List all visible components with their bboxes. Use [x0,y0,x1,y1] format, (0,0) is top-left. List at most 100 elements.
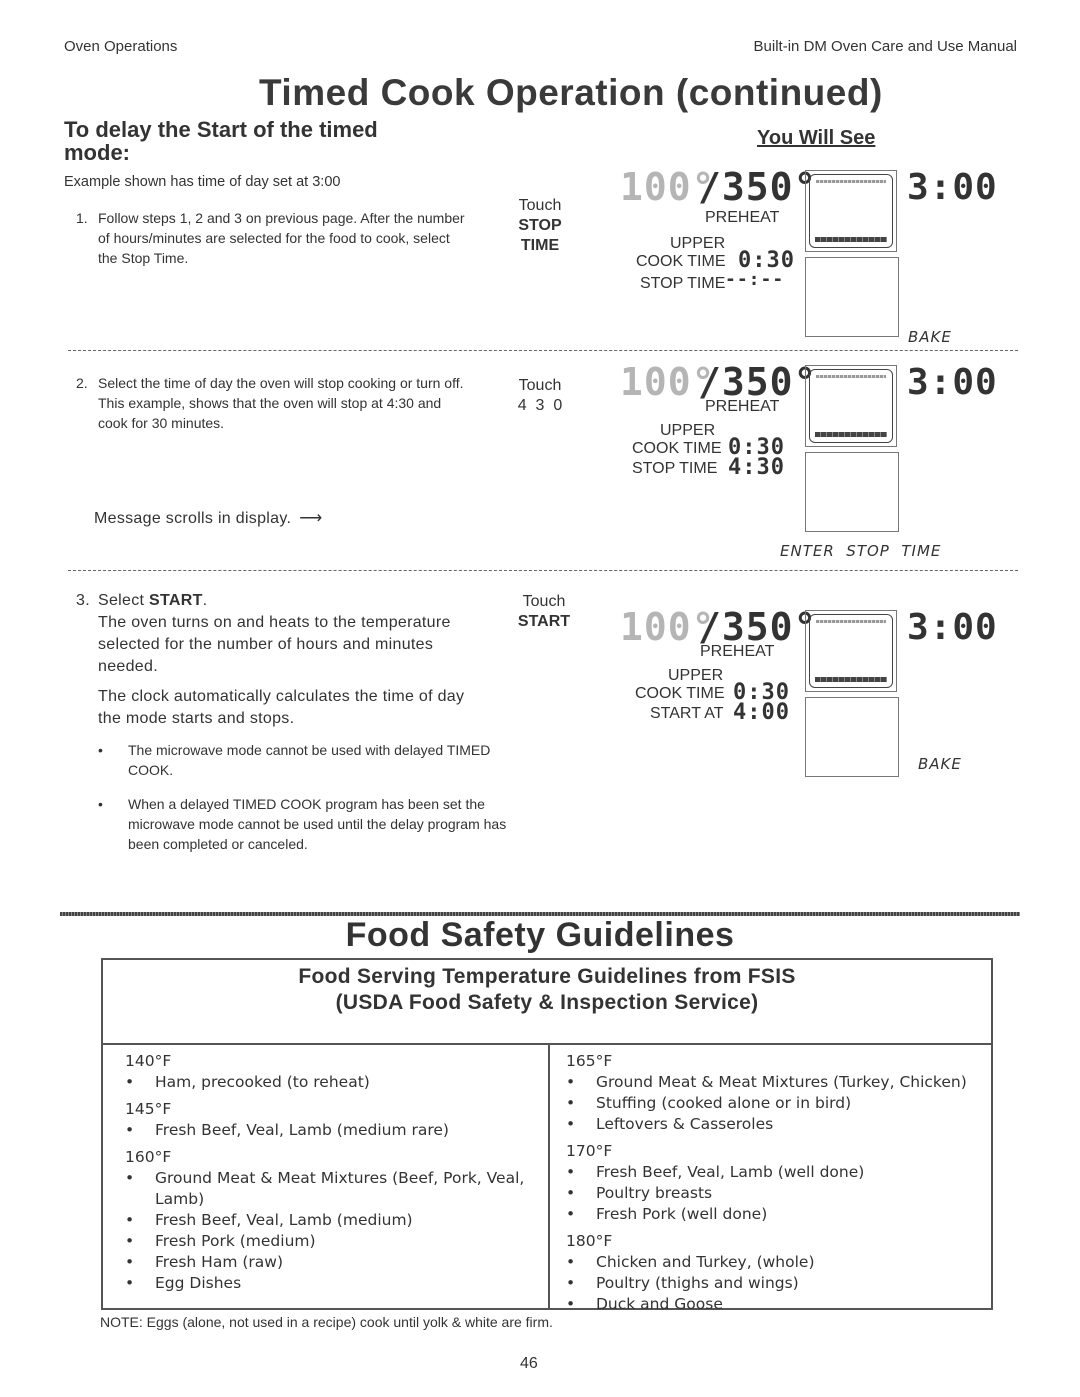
scroll-note-text: Message scrolls in display. [94,510,292,527]
table-title-line-2: (USDA Food Safety & Inspection Service) [335,991,759,1014]
stop-time-value: --:-- [725,269,785,290]
oven-cavity-icon [805,365,897,447]
temperature-label: 165°F [566,1052,613,1070]
step-1: 1. Follow steps 1, 2 and 3 on previous p… [76,208,473,268]
food-item: Duck and Goose [566,1294,991,1315]
food-item: Leftovers & Casseroles [566,1114,991,1135]
preheat-label: PREHEAT [705,398,780,415]
step-3-paragraph-2: The clock automatically calculates the t… [98,688,465,727]
temp-group: 180°F Chicken and Turkey, (whole) Poultr… [566,1231,991,1315]
oven-display-step-3: 100° /350° 3:00 PREHEAT UPPER COOK TIME … [600,605,1000,795]
rack-label: UPPER [668,667,724,684]
table-header: Food Serving Temperature Guidelines from… [103,960,991,1045]
set-temp-readout: /350° [698,165,818,209]
start-at-value: 4:00 [733,700,790,725]
temp-group: 160°F Ground Meat & Meat Mixtures (Beef,… [125,1147,548,1294]
step-2-text: Select the time of day the oven will sto… [98,375,464,431]
bullet-item: • When a delayed TIMED COOK program has b… [98,796,507,852]
step-3-number: 3. [76,592,90,609]
step-3: 3. Select START. The oven turns on and h… [76,590,470,730]
egg-note: NOTE: Eggs (alone, not used in a recipe)… [100,1314,553,1330]
table-column-left: 140°F Ham, precooked (to reheat) 145°F F… [103,1045,550,1308]
stop-time-label: STOP TIME [632,460,718,477]
temp-group: 145°F Fresh Beef, Veal, Lamb (medium rar… [125,1099,548,1141]
scroll-note: Message scrolls in display. ⟶ [94,508,322,530]
food-item: Poultry (thighs and wings) [566,1273,991,1294]
temperature-guidelines-table: Food Serving Temperature Guidelines from… [101,958,993,1315]
divider [68,570,1018,571]
food-item: Fresh Beef, Veal, Lamb (well done) [566,1162,991,1183]
lower-oven-box [805,697,899,777]
lower-oven-box [805,257,899,337]
cook-time-label: COOK TIME [632,440,722,457]
preheat-label: PREHEAT [700,643,775,660]
lower-oven-box [805,452,899,532]
step-1-touch: Touch STOP TIME [510,196,570,256]
food-item: Chicken and Turkey, (whole) [566,1252,991,1273]
oven-cavity-icon [805,610,897,692]
start-at-label: START AT [650,705,724,722]
food-item: Fresh Pork (well done) [566,1204,991,1225]
step-3-paragraph-1: The oven turns on and heats to the tempe… [98,614,451,675]
food-item: Ground Meat & Meat Mixtures (Turkey, Chi… [566,1072,991,1093]
cook-time-label: COOK TIME [635,685,725,702]
oven-cavity-icon [805,170,897,252]
time-key[interactable]: TIME [510,236,570,256]
mode-message: BAKE [908,328,952,346]
temperature-label: 140°F [125,1052,172,1070]
temperature-label: 170°F [566,1142,613,1160]
step-1-number: 1. [76,210,88,226]
rack-label: UPPER [660,422,716,439]
bullet-item: • The microwave mode cannot be used with … [98,742,491,778]
temperature-label: 145°F [125,1100,172,1118]
temperature-label: 160°F [125,1148,172,1166]
preheat-label: PREHEAT [705,209,780,226]
oven-display-step-2: 100° /350° 3:00 PREHEAT UPPER COOK TIME … [600,360,1000,560]
temperature-label: 180°F [566,1232,613,1250]
food-item: Fresh Pork (medium) [125,1231,528,1252]
page-number: 46 [520,1355,538,1372]
start-key[interactable]: START [510,612,578,632]
touch-label: Touch [522,593,566,610]
table-column-right: 165°F Ground Meat & Meat Mixtures (Turke… [550,1045,991,1315]
page-title: Timed Cook Operation (continued) [259,72,883,113]
food-item: Fresh Beef, Veal, Lamb (medium rare) [125,1120,548,1141]
food-item: Ham, precooked (to reheat) [125,1072,548,1093]
food-item: Poultry breasts [566,1183,991,1204]
section-subheading: To delay the Start of the timed mode: [64,118,378,164]
stop-time-value: 4:30 [728,455,785,480]
you-will-see-heading: You Will See [757,127,876,149]
food-item: Egg Dishes [125,1273,528,1294]
mode-message: ENTER STOP TIME [780,542,942,560]
stop-time-label: STOP TIME [640,275,726,292]
temp-group: 170°F Fresh Beef, Veal, Lamb (well done)… [566,1141,991,1225]
food-item: Ground Meat & Meat Mixtures (Beef, Pork,… [125,1168,528,1210]
table-title-line-1: Food Serving Temperature Guidelines from… [298,965,796,988]
temp-group: 140°F Ham, precooked (to reheat) [125,1051,548,1093]
number-keys[interactable]: 4 3 0 [508,396,572,416]
rack-label: UPPER [670,235,726,252]
header-manual-title: Built-in DM Oven Care and Use Manual [753,38,1017,55]
step-3-heading: Select START. [98,592,208,609]
touch-label: Touch [518,197,562,214]
stop-key[interactable]: STOP [510,216,570,236]
clock-readout: 3:00 [907,362,998,403]
clock-readout: 3:00 [907,167,998,208]
subheading-line-1: To delay the Start of the timed [64,117,378,142]
step-3-touch: Touch START [510,592,578,632]
food-item: Stuffing (cooked alone or in bird) [566,1093,991,1114]
step-2-touch: Touch 4 3 0 [508,376,572,416]
arrow-right-icon: ⟶ [299,510,323,527]
oven-display-step-1: 100° /350° 3:00 PREHEAT UPPER COOK TIME … [600,165,1000,355]
mode-message: BAKE [918,755,962,773]
example-note: Example shown has time of day set at 3:0… [64,174,341,190]
food-item: Fresh Beef, Veal, Lamb (medium) [125,1210,528,1231]
temp-group: 165°F Ground Meat & Meat Mixtures (Turke… [566,1051,991,1135]
food-item: Fresh Ham (raw) [125,1252,528,1273]
step-1-text: Follow steps 1, 2 and 3 on previous page… [98,210,465,266]
clock-readout: 3:00 [907,607,998,648]
divider [68,350,1018,351]
touch-label: Touch [518,377,562,394]
cook-time-label: COOK TIME [636,253,726,270]
subheading-line-2: mode: [64,140,130,165]
